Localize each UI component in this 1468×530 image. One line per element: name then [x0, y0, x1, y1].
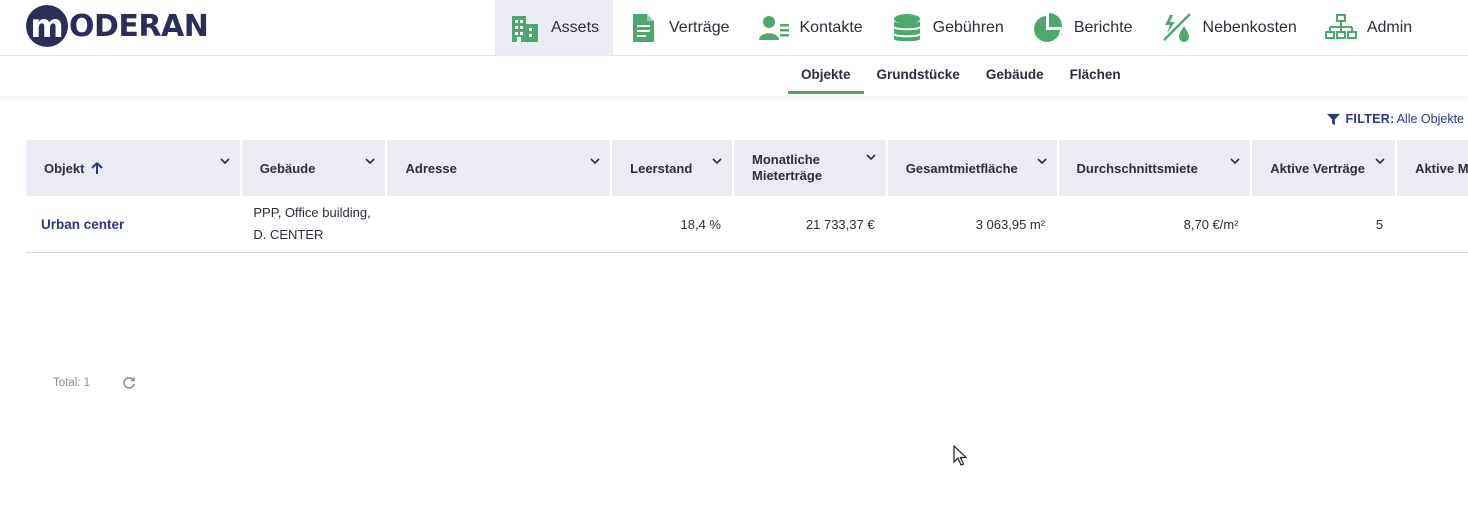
- nav-label-gebuehren: Gebühren: [932, 18, 1004, 36]
- building-icon: [512, 15, 538, 42]
- nav-item-gebuehren[interactable]: Gebühren: [877, 0, 1018, 55]
- filter-control[interactable]: FILTER: Alle Objekte: [1326, 112, 1464, 126]
- filter-label: FILTER:: [1345, 112, 1395, 126]
- column-header-objekt[interactable]: Objekt: [26, 140, 240, 196]
- nav-label-kontakte: Kontakte: [799, 18, 863, 36]
- table-header: Objekt Gebäude Adresse Leerstand Monatli…: [26, 140, 1468, 196]
- objects-table: Objekt Gebäude Adresse Leerstand Monatli…: [26, 140, 1468, 253]
- nav-label-berichte: Berichte: [1073, 18, 1133, 36]
- filter-icon: [1326, 113, 1340, 125]
- column-label: Monatliche Mieterträge: [752, 152, 822, 184]
- column-header-gebaeude[interactable]: Gebäude: [241, 140, 386, 196]
- tab-flaechen[interactable]: Flächen: [1057, 56, 1134, 94]
- table-row[interactable]: Urban center PPP, Office building, D. CE…: [26, 196, 1468, 253]
- logo-mark: m: [26, 5, 68, 47]
- chevron-down-icon[interactable]: [220, 156, 230, 166]
- nav-item-berichte[interactable]: Berichte: [1018, 0, 1147, 55]
- filter-value: Alle Objekte: [1396, 112, 1464, 126]
- object-link[interactable]: Urban center: [26, 217, 241, 232]
- document-icon: [633, 13, 655, 42]
- nav-label-vertraege: Verträge: [669, 18, 730, 36]
- nav-item-admin[interactable]: Admin: [1311, 0, 1426, 55]
- cell-gesamtmietflaeche: 3 063,95 m²: [975, 216, 1046, 232]
- chevron-down-icon[interactable]: [712, 156, 722, 166]
- nav-item-vertraege[interactable]: Verträge: [613, 0, 743, 55]
- nav-item-nebenkosten[interactable]: Nebenkosten: [1147, 0, 1311, 55]
- pie-chart-icon: [1033, 12, 1062, 42]
- utilities-icon: [1162, 12, 1191, 42]
- column-label-line2: Mieterträge: [752, 168, 823, 183]
- nav-label-nebenkosten: Nebenkosten: [1202, 18, 1297, 36]
- tab-gebaeude[interactable]: Gebäude: [973, 56, 1057, 94]
- column-header-adresse[interactable]: Adresse: [387, 140, 611, 196]
- nav-item-kontakte[interactable]: Kontakte: [744, 0, 877, 55]
- chevron-down-icon[interactable]: [1375, 156, 1385, 166]
- refresh-icon[interactable]: [122, 376, 136, 390]
- coins-icon: [893, 13, 920, 41]
- total-count: Total: 1: [53, 377, 91, 389]
- column-header-aktive-vertraege[interactable]: Aktive Verträge: [1252, 140, 1396, 196]
- column-header-gesamtmietflaeche[interactable]: Gesamtmietfläche: [887, 140, 1057, 196]
- main-nav: Assets Verträge Kontakte Gebühren Berich…: [495, 0, 1426, 55]
- column-label: Gebäude: [259, 160, 316, 176]
- cell-gebaeude: PPP, Office building, D. CENTER: [243, 202, 387, 246]
- mouse-cursor-icon: [953, 445, 967, 466]
- cell-gebaeude-line1: PPP, Office building,: [253, 205, 371, 220]
- chevron-down-icon[interactable]: [365, 156, 376, 166]
- chevron-down-icon[interactable]: [1230, 156, 1240, 166]
- sub-nav: Objekte Grundstücke Gebäude Flächen: [0, 56, 1468, 96]
- cell-gebaeude-line2: D. CENTER: [253, 227, 324, 242]
- sub-tabs: Objekte Grundstücke Gebäude Flächen: [788, 56, 1134, 95]
- moderan-logo[interactable]: m ODERAN: [26, 3, 209, 49]
- column-label: Aktive M: [1415, 160, 1468, 176]
- nav-label-admin: Admin: [1366, 18, 1413, 36]
- column-label: Adresse: [405, 160, 457, 176]
- tab-grundstuecke[interactable]: Grundstücke: [864, 56, 973, 94]
- cell-leerstand: 18,4 %: [680, 216, 721, 232]
- column-header-durchschnittsmiete[interactable]: Durchschnittsmiete: [1058, 140, 1251, 196]
- cell-aktive-vertraege: 5: [1375, 216, 1384, 232]
- column-label: Gesamtmietfläche: [905, 160, 1018, 176]
- column-label: Aktive Verträge: [1270, 160, 1365, 176]
- column-header-leerstand[interactable]: Leerstand: [612, 140, 732, 196]
- logo-text: ODERAN: [69, 8, 209, 44]
- chevron-down-icon[interactable]: [866, 152, 876, 162]
- column-header-mietertraege[interactable]: Monatliche Mieterträge: [734, 140, 886, 196]
- nav-item-assets[interactable]: Assets: [495, 0, 614, 55]
- nav-label-assets: Assets: [551, 18, 600, 36]
- column-label: Durchschnittsmiete: [1076, 160, 1198, 176]
- tab-objekte[interactable]: Objekte: [788, 56, 864, 94]
- column-label: Leerstand: [630, 160, 693, 176]
- column-label-line1: Monatliche: [752, 152, 820, 167]
- chevron-down-icon[interactable]: [590, 156, 600, 166]
- contacts-icon: [758, 15, 789, 40]
- chevron-down-icon[interactable]: [1036, 156, 1047, 166]
- hierarchy-icon: [1324, 13, 1357, 39]
- cell-mietertraege: 21 733,37 €: [805, 216, 875, 232]
- table-footer: Total: 1: [53, 376, 136, 390]
- cell-durchschnittsmiete: 8,70 €/m²: [1183, 216, 1239, 232]
- column-label: Objekt: [44, 160, 85, 176]
- column-header-aktive-m[interactable]: Aktive M: [1397, 140, 1468, 196]
- top-bar: m ODERAN Assets Verträge Kontakte Gebühr…: [0, 0, 1468, 56]
- sort-ascending-icon[interactable]: [91, 162, 104, 174]
